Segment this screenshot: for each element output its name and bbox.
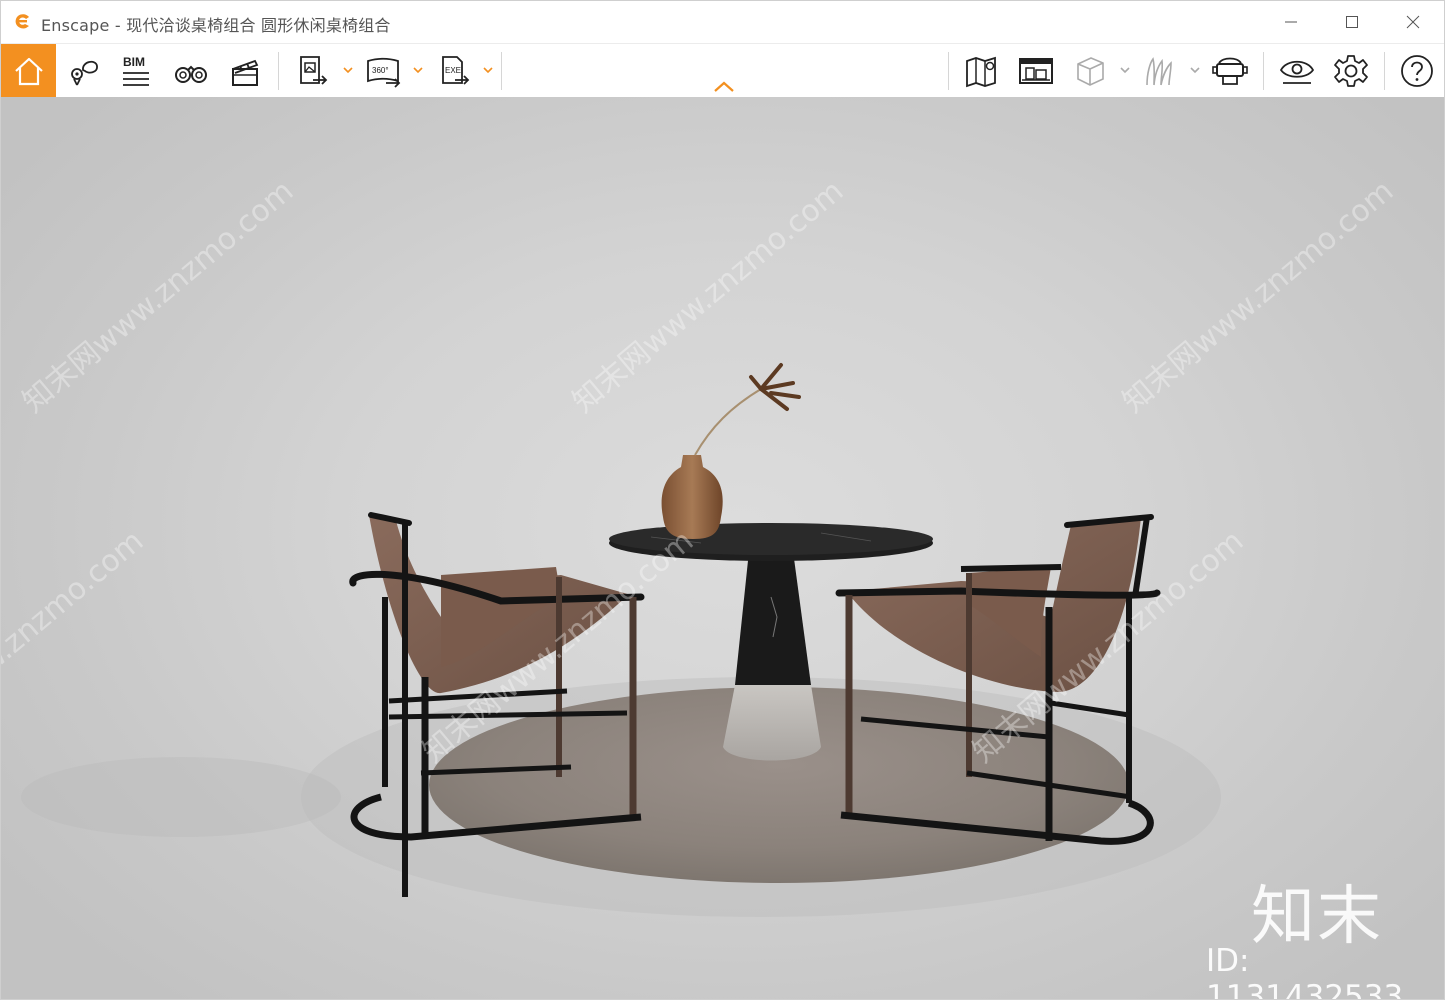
- panorama-label: 360°: [372, 66, 389, 75]
- minimize-button[interactable]: [1260, 1, 1322, 43]
- asset-library-icon: [1019, 58, 1053, 84]
- chevron-down-icon[interactable]: [1189, 64, 1201, 76]
- help-button[interactable]: [1393, 44, 1441, 98]
- panorama-export-icon: 360°: [367, 57, 401, 88]
- maximize-button[interactable]: [1321, 1, 1383, 43]
- views-button[interactable]: [61, 44, 107, 98]
- exe-label: EXE: [445, 66, 461, 75]
- chevron-down-icon[interactable]: [342, 64, 354, 76]
- title-bar: Enscape - 现代洽谈桌椅组合 圆形休闲桌椅组合: [1, 1, 1444, 43]
- settings-button[interactable]: [1327, 44, 1375, 98]
- exe-export-button[interactable]: EXE: [431, 44, 477, 98]
- eye-icon: [1279, 60, 1315, 84]
- close-icon: [1406, 15, 1420, 29]
- bim-button[interactable]: BIM: [114, 44, 160, 98]
- render-viewport[interactable]: 知末网www.znzmo.com 知末网www.znzmo.com 知末网www…: [1, 97, 1444, 999]
- chevron-down-icon[interactable]: [412, 64, 424, 76]
- binoculars-icon: [175, 65, 207, 83]
- home-icon: [14, 57, 43, 86]
- image-export-icon: [300, 56, 328, 85]
- clapperboard-icon: [232, 59, 259, 86]
- bim-icon: BIM: [123, 55, 149, 86]
- gear-icon: [1334, 55, 1368, 87]
- home-button[interactable]: [1, 44, 56, 98]
- image-id-label: ID: 1131432533: [1206, 943, 1404, 999]
- vr-headset-icon: [1212, 57, 1248, 85]
- panorama-export-button[interactable]: 360°: [361, 44, 407, 98]
- map-icon: [966, 56, 996, 88]
- enscape-window: Enscape - 现代洽谈桌椅组合 圆形休闲桌椅组合 BIM 360° EXE…: [0, 0, 1445, 1000]
- collapse-toolbar-chevron-icon[interactable]: [712, 80, 736, 94]
- help-icon: [1401, 55, 1433, 87]
- object-button[interactable]: [1067, 44, 1113, 98]
- maximize-icon: [1346, 16, 1358, 28]
- grass-icon: [1146, 57, 1172, 86]
- bim-label: BIM: [123, 55, 145, 69]
- map-button[interactable]: [959, 44, 1005, 98]
- asset-library-button[interactable]: [1013, 44, 1059, 98]
- cube-icon: [1077, 57, 1104, 86]
- binoculars-button[interactable]: [168, 44, 214, 98]
- close-button[interactable]: [1382, 1, 1444, 43]
- chevron-down-icon[interactable]: [482, 64, 494, 76]
- screenshot-export-button[interactable]: [289, 44, 335, 98]
- exe-export-icon: EXE: [442, 56, 470, 85]
- map-pin-icon: [71, 60, 98, 86]
- vegetation-button[interactable]: [1137, 44, 1183, 98]
- vr-button[interactable]: [1207, 44, 1255, 98]
- chevron-down-icon[interactable]: [1119, 64, 1131, 76]
- main-toolbar: BIM 360° EXE: [1, 43, 1444, 98]
- window-title: Enscape - 现代洽谈桌椅组合 圆形休闲桌椅组合: [41, 16, 391, 35]
- video-editor-button[interactable]: [222, 44, 268, 98]
- enscape-logo-icon: [12, 11, 34, 33]
- visibility-button[interactable]: [1273, 44, 1321, 98]
- minimize-icon: [1285, 21, 1297, 23]
